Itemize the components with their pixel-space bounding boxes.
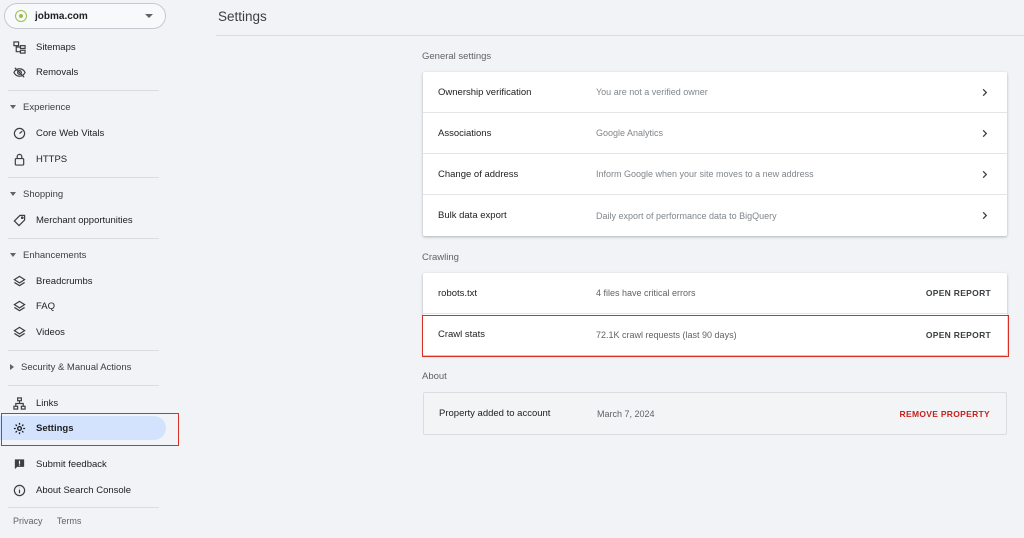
speed-icon (12, 126, 26, 140)
sidebar-item-sitemaps[interactable]: Sitemaps (0, 35, 166, 59)
sidebar-item-submit-feedback[interactable]: Submit feedback (0, 452, 166, 476)
property-icon (15, 10, 27, 22)
row-description: 4 files have critical errors (596, 288, 696, 298)
settings-row-ownership[interactable]: Ownership verification You are not a ver… (423, 72, 1007, 113)
sidebar-item-core-web-vitals[interactable]: Core Web Vitals (0, 121, 166, 145)
highlight-box (1, 413, 179, 446)
sidebar-item-merchant-opportunities[interactable]: Merchant opportunities (0, 208, 166, 232)
sidebar-item-links[interactable]: Links (0, 391, 166, 415)
terms-link[interactable]: Terms (57, 516, 82, 526)
sidebar-item-label: Videos (36, 326, 65, 338)
chevron-right-icon (979, 211, 989, 221)
row-label: Ownership verification (438, 86, 532, 98)
sidebar-item-breadcrumbs[interactable]: Breadcrumbs (0, 269, 166, 293)
sidebar-item-label: About Search Console (36, 484, 132, 496)
general-settings-card: Ownership verification You are not a ver… (423, 72, 1007, 236)
sidebar-item-label: FAQ (36, 300, 56, 312)
sidebar-item-https[interactable]: HTTPS (0, 147, 166, 171)
settings-row-change-of-address[interactable]: Change of address Inform Google when you… (423, 154, 1007, 195)
sidebar-item-label: HTTPS (36, 153, 68, 165)
settings-row-associations[interactable]: Associations Google Analytics (423, 113, 1007, 154)
remove-property-button[interactable]: REMOVE PROPERTY (900, 409, 990, 419)
sidebar-item-label: Removals (36, 66, 79, 78)
settings-row-robots: robots.txt 4 files have critical errors … (423, 273, 1007, 314)
layers-icon (12, 325, 26, 339)
sidebar-item-label: Breadcrumbs (36, 275, 93, 287)
row-label: Associations (438, 127, 492, 139)
layers-icon (12, 299, 26, 313)
privacy-link[interactable]: Privacy (13, 516, 43, 526)
open-report-button[interactable]: OPEN REPORT (926, 288, 991, 298)
row-description: Inform Google when your site moves to a … (596, 169, 814, 179)
section-security[interactable]: Security & Manual Actions (0, 357, 166, 377)
row-label: Change of address (438, 168, 519, 180)
page-title: Settings (218, 9, 267, 24)
sidebar-item-label: Core Web Vitals (36, 127, 105, 139)
sidebar-item-label: Links (36, 397, 59, 409)
sidebar-item-faq[interactable]: FAQ (0, 294, 166, 318)
row-description: March 7, 2024 (597, 408, 655, 419)
chevron-right-icon (979, 87, 989, 97)
sidebar-divider (8, 177, 159, 178)
settings-row-bulk-data-export[interactable]: Bulk data export Daily export of perform… (423, 195, 1007, 236)
section-label: Enhancements (23, 249, 87, 261)
row-description: Daily export of performance data to BigQ… (596, 210, 777, 221)
row-label: robots.txt (438, 287, 478, 299)
about-label: About (422, 371, 447, 382)
sidebar-item-videos[interactable]: Videos (0, 320, 166, 344)
sidebar-divider (8, 507, 159, 508)
sidebar-divider (8, 238, 159, 239)
collapse-icon (10, 192, 16, 196)
sidebar-item-removals[interactable]: Removals (0, 60, 166, 84)
links-icon (12, 396, 26, 410)
settings-row-property-added: Property added to account March 7, 2024 … (424, 393, 1006, 434)
footer-links: Privacy Terms (13, 516, 93, 526)
sidebar-item-label: Submit feedback (36, 458, 107, 470)
section-experience[interactable]: Experience (0, 97, 166, 117)
eye-off-icon (12, 65, 26, 79)
crawling-label: Crawling (422, 252, 459, 263)
about-card: Property added to account March 7, 2024 … (423, 392, 1007, 435)
sidebar: jobma.com Sitemaps Removals Experience C… (0, 0, 179, 538)
feedback-icon (12, 457, 26, 471)
section-label: Experience (23, 101, 71, 113)
header-divider (216, 35, 1024, 36)
sidebar-divider (8, 350, 159, 351)
layers-icon (12, 274, 26, 288)
lock-icon (12, 152, 26, 166)
sidebar-item-label: Sitemaps (36, 41, 76, 53)
row-description: Google Analytics (596, 128, 664, 138)
chevron-down-icon (145, 14, 153, 18)
section-shopping[interactable]: Shopping (0, 184, 166, 204)
property-selector[interactable]: jobma.com (4, 3, 166, 29)
sitemap-icon (12, 40, 26, 54)
collapse-icon (10, 105, 16, 109)
section-label: Shopping (23, 188, 64, 200)
sidebar-divider (8, 90, 159, 91)
row-description: You are not a verified owner (596, 87, 708, 97)
sidebar-divider (8, 385, 159, 386)
section-label: Security & Manual Actions (21, 361, 132, 373)
row-label: Bulk data export (438, 210, 507, 221)
sidebar-item-label: Merchant opportunities (36, 214, 133, 226)
section-enhancements[interactable]: Enhancements (0, 245, 166, 265)
sidebar-item-about[interactable]: About Search Console (0, 478, 166, 502)
chevron-right-icon (979, 128, 989, 138)
general-settings-label: General settings (422, 51, 492, 62)
row-label: Property added to account (439, 408, 551, 419)
collapse-icon (10, 253, 16, 257)
highlight-box (422, 315, 1009, 357)
tag-icon (12, 213, 26, 227)
chevron-right-icon (979, 169, 989, 179)
info-icon (12, 483, 26, 497)
property-name: jobma.com (35, 10, 88, 22)
expand-icon (10, 364, 14, 370)
